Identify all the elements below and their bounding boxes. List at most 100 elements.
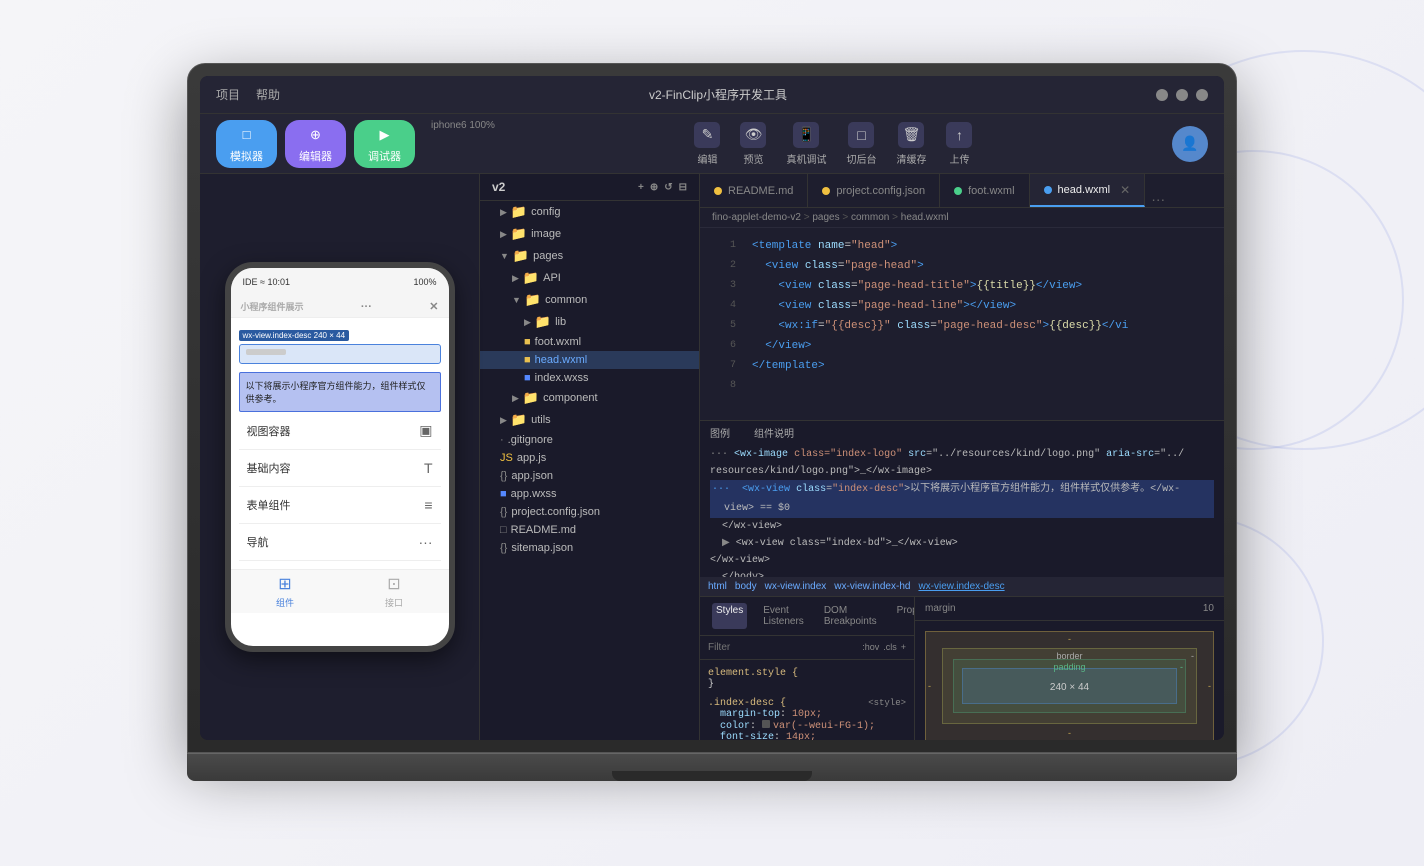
styles-tabs: Styles Event Listeners DOM Breakpoints P… bbox=[700, 597, 914, 636]
file-label: app.json bbox=[511, 470, 553, 482]
tree-item-app-wxss[interactable]: ■ app.wxss bbox=[480, 485, 699, 503]
tree-item-api[interactable]: ▶ 📁 API bbox=[480, 267, 699, 289]
styles-tab-event-listeners[interactable]: Event Listeners bbox=[759, 603, 808, 629]
tree-item-head-wxml[interactable]: ■ head.wxml bbox=[480, 351, 699, 369]
clear-cache-action[interactable]: 🗑 清缓存 bbox=[896, 122, 926, 166]
selector: .index-desc { bbox=[708, 698, 786, 709]
file-icon-wxml: ■ bbox=[524, 336, 531, 348]
breadcrumb-body[interactable]: body bbox=[735, 581, 757, 592]
tree-item-foot-wxml[interactable]: ■ foot.wxml bbox=[480, 333, 699, 351]
breadcrumb-wx-view-index-desc[interactable]: wx-view.index-desc bbox=[918, 581, 1004, 592]
tree-item-app-json[interactable]: {} app.json bbox=[480, 467, 699, 485]
styles-tab-styles[interactable]: Styles bbox=[712, 603, 747, 629]
file-label: project.config.json bbox=[511, 506, 600, 518]
code-editor[interactable]: 1 <template name="head"> 2 <view class="… bbox=[700, 228, 1224, 420]
title-bar-left: 项目 帮助 bbox=[216, 86, 280, 103]
new-file-icon[interactable]: + bbox=[638, 182, 644, 193]
html-line: ▶ <wx-view class="index-bd">_</wx-view> bbox=[710, 535, 1214, 552]
upload-action[interactable]: ↑ 上传 bbox=[946, 122, 972, 166]
menu-item-basic-content[interactable]: 基础内容 T bbox=[239, 450, 441, 487]
window-controls bbox=[1156, 89, 1208, 101]
tab-head-wxml[interactable]: head.wxml ✕ bbox=[1030, 174, 1146, 207]
more-tabs-icon[interactable]: ··· bbox=[1151, 191, 1165, 207]
source-link[interactable]: <style> bbox=[868, 698, 906, 709]
styles-filter-input[interactable] bbox=[708, 642, 854, 653]
filter-hov[interactable]: :hov bbox=[862, 642, 879, 652]
phone-menu-dots[interactable]: ··· bbox=[361, 301, 372, 313]
preview-action[interactable]: 👁 预览 bbox=[740, 122, 766, 166]
file-icon-js: JS bbox=[500, 452, 513, 464]
tree-item-sitemap[interactable]: {} sitemap.json bbox=[480, 539, 699, 557]
element-highlight bbox=[239, 344, 441, 364]
user-avatar[interactable]: 👤 bbox=[1172, 126, 1208, 162]
breadcrumb-html[interactable]: html bbox=[708, 581, 727, 592]
tree-item-readme[interactable]: □ README.md bbox=[480, 521, 699, 539]
folder-label: image bbox=[531, 228, 561, 240]
phone-tab-component[interactable]: ⊞ 组件 bbox=[276, 574, 294, 609]
maximize-button[interactable] bbox=[1176, 89, 1188, 101]
tree-item-project-config[interactable]: {} project.config.json bbox=[480, 503, 699, 521]
tree-item-config[interactable]: ▶ 📁 config bbox=[480, 201, 699, 223]
device-debug-action[interactable]: 📱 真机调试 bbox=[786, 122, 826, 166]
tree-item-gitignore[interactable]: · .gitignore bbox=[480, 431, 699, 449]
file-icon-wxml: ■ bbox=[524, 354, 531, 366]
refresh-icon[interactable]: ↺ bbox=[664, 182, 672, 193]
styles-tab-properties[interactable]: Properties bbox=[893, 603, 914, 629]
tree-item-component[interactable]: ▶ 📁 component bbox=[480, 387, 699, 409]
margin-box: - - - - border - bbox=[925, 631, 1214, 741]
tab-close-icon[interactable]: ✕ bbox=[1120, 183, 1130, 197]
debugger-button[interactable]: ▶ 调试器 bbox=[354, 120, 415, 168]
chevron-icon: ▶ bbox=[512, 393, 519, 404]
tab-dot bbox=[1044, 186, 1052, 194]
background-action[interactable]: □ 切后台 bbox=[846, 122, 876, 166]
styles-tab-dom-breakpoints[interactable]: DOM Breakpoints bbox=[820, 603, 881, 629]
edit-action[interactable]: ✎ 编辑 bbox=[694, 122, 720, 166]
filter-add[interactable]: + bbox=[901, 642, 906, 652]
file-label: foot.wxml bbox=[535, 336, 581, 348]
tab-readme[interactable]: README.md bbox=[700, 174, 808, 207]
toolbar: □ 模拟器 ⊕ 编辑器 ▶ 调试器 iphone6 100% bbox=[200, 114, 1224, 174]
phone-battery: 100% bbox=[413, 277, 436, 287]
device-debug-label: 真机调试 bbox=[786, 151, 826, 166]
phone-close-icon[interactable]: ✕ bbox=[429, 300, 438, 313]
filter-cls[interactable]: .cls bbox=[883, 642, 897, 652]
simulator-button[interactable]: □ 模拟器 bbox=[216, 120, 277, 168]
breadcrumb-wx-view-index-hd[interactable]: wx-view.index-hd bbox=[834, 581, 910, 592]
prop-font-size: font-size bbox=[720, 732, 774, 741]
new-folder-icon[interactable]: ⊕ bbox=[650, 182, 658, 193]
ide: 项目 帮助 v2-FinClip小程序开发工具 bbox=[200, 76, 1224, 740]
clear-cache-icon: 🗑 bbox=[898, 122, 924, 148]
tree-item-index-wxss[interactable]: ■ index.wxss bbox=[480, 369, 699, 387]
chevron-down-icon: ▼ bbox=[512, 295, 521, 305]
breadcrumb-wx-view-index[interactable]: wx-view.index bbox=[765, 581, 827, 592]
minimize-button[interactable] bbox=[1156, 89, 1168, 101]
chevron-icon: ▶ bbox=[500, 229, 507, 240]
phone-tab-interface[interactable]: ⊡ 接口 bbox=[385, 574, 403, 609]
component-tab-label: 组件 bbox=[276, 596, 294, 609]
line-number: 7 bbox=[712, 357, 736, 375]
menu-item-project[interactable]: 项目 bbox=[216, 86, 240, 103]
tree-item-image[interactable]: ▶ 📁 image bbox=[480, 223, 699, 245]
tab-project-config[interactable]: project.config.json bbox=[808, 174, 940, 207]
border-box: border - padding - 240 × 44 bbox=[942, 648, 1197, 724]
html-line-selected: ··· <wx-view class="index-desc">以下将展示小程序… bbox=[710, 480, 1214, 499]
code-line-8: 8 bbox=[700, 376, 1224, 396]
file-tree-header: v2 + ⊕ ↺ ⊟ bbox=[480, 174, 699, 201]
tree-item-pages[interactable]: ▼ 📁 pages bbox=[480, 245, 699, 267]
laptop-wrapper: 项目 帮助 v2-FinClip小程序开发工具 bbox=[162, 43, 1262, 823]
menu-item-nav[interactable]: 导航 ··· bbox=[239, 524, 441, 561]
collapse-icon[interactable]: ⊟ bbox=[679, 182, 687, 193]
tree-item-common[interactable]: ▼ 📁 common bbox=[480, 289, 699, 311]
menu-icon-form: ≡ bbox=[424, 497, 432, 513]
filter-buttons: :hov .cls + bbox=[862, 642, 906, 652]
menu-item-help[interactable]: 帮助 bbox=[256, 86, 280, 103]
tree-item-utils[interactable]: ▶ 📁 utils bbox=[480, 409, 699, 431]
menu-item-form[interactable]: 表单组件 ≡ bbox=[239, 487, 441, 524]
tree-item-lib[interactable]: ▶ 📁 lib bbox=[480, 311, 699, 333]
close-button[interactable] bbox=[1196, 89, 1208, 101]
editor-button[interactable]: ⊕ 编辑器 bbox=[285, 120, 346, 168]
menu-item-view-container[interactable]: 视图容器 ▣ bbox=[239, 412, 441, 450]
tab-foot-wxml[interactable]: foot.wxml bbox=[940, 174, 1029, 207]
tree-item-app-js[interactable]: JS app.js bbox=[480, 449, 699, 467]
line-content: </view> bbox=[752, 337, 1212, 355]
